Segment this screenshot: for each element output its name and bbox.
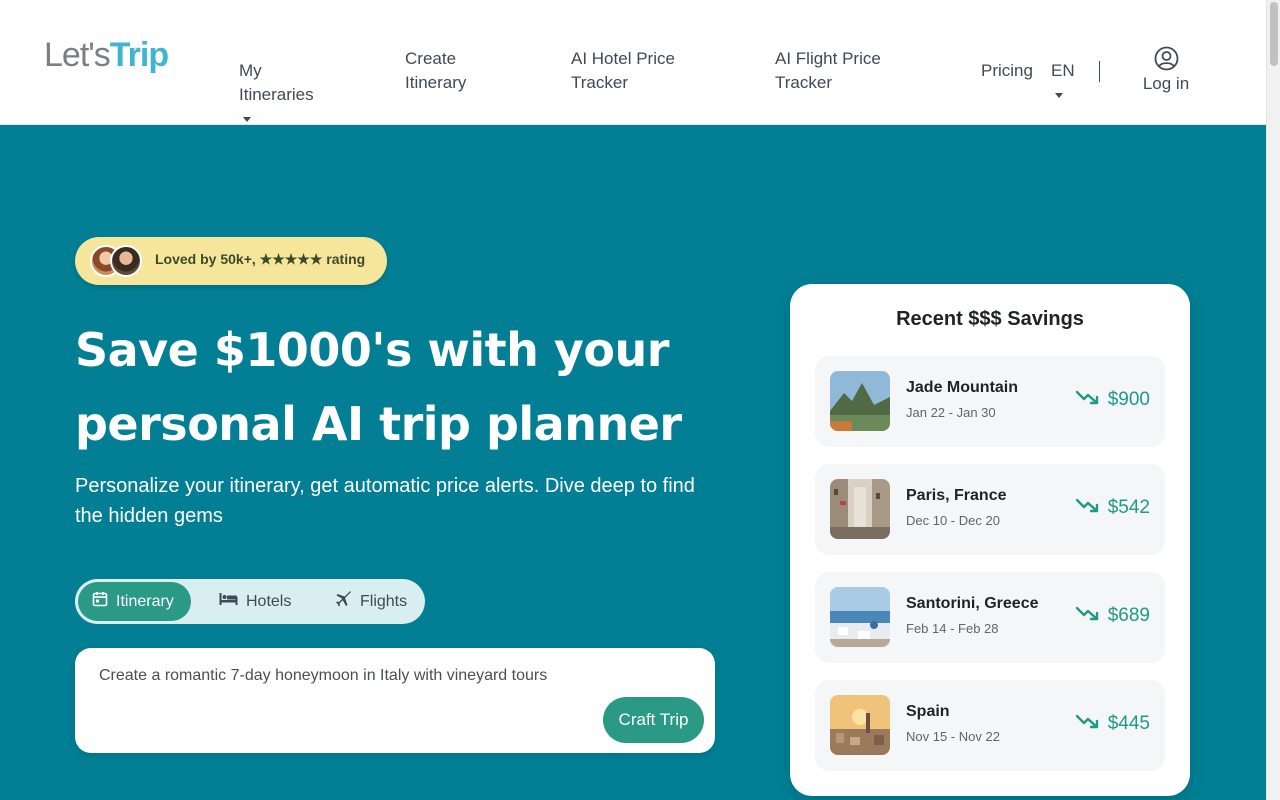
tab-hotels[interactable]: Hotels (205, 582, 305, 621)
login-label: Log in (1142, 74, 1190, 93)
hero-section: Loved by 50k+, ★★★★★ rating Save $1000's… (0, 125, 1266, 800)
login-button[interactable]: Log in (1138, 46, 1194, 96)
trending-down-icon (1075, 497, 1100, 519)
nav-divider (1099, 61, 1100, 82)
savings-amount-value: $900 (1107, 389, 1150, 410)
trip-prompt-box[interactable]: Create a romantic 7-day honeymoon in Ita… (75, 648, 715, 753)
airplane-icon (336, 591, 352, 612)
list-item[interactable]: Jade Mountain Jan 22 - Jan 30 $900 (815, 356, 1165, 447)
nav-my-itineraries-label: My Itineraries (239, 61, 314, 104)
trending-down-icon (1075, 713, 1100, 735)
destination-name: Jade Mountain (906, 379, 1019, 396)
savings-amount: $689 (1075, 605, 1150, 627)
travel-dates: Feb 14 - Feb 28 (906, 621, 999, 636)
travel-dates: Dec 10 - Dec 20 (906, 513, 1000, 528)
social-proof-badge: Loved by 50k+, ★★★★★ rating (75, 237, 387, 285)
nav-flight-tracker[interactable]: AI Flight Price Tracker (775, 47, 915, 95)
mountain-photo (830, 371, 890, 431)
tab-itinerary[interactable]: Itinerary (78, 582, 191, 621)
savings-amount-value: $689 (1107, 605, 1150, 626)
nav-pricing[interactable]: Pricing (981, 59, 1033, 83)
calendar-icon (92, 591, 108, 612)
travel-dates: Jan 22 - Jan 30 (906, 405, 996, 420)
trending-down-icon (1075, 605, 1100, 627)
recent-savings-card: Recent $$$ Savings Jade Mountain Jan 22 … (790, 284, 1190, 796)
language-select[interactable]: EN (1051, 59, 1075, 107)
nav-create-itinerary[interactable]: Create Itinerary (405, 47, 515, 95)
chevron-down-icon (243, 117, 251, 123)
craft-trip-button[interactable]: Craft Trip (603, 697, 704, 743)
avatar (110, 245, 142, 277)
paris-street-photo (830, 479, 890, 539)
page-scrollbar[interactable] (1266, 0, 1280, 800)
hero-title: Save $1000's with your personal AI trip … (75, 323, 682, 451)
logo-lets: Let's (44, 36, 111, 74)
list-item[interactable]: Santorini, Greece Feb 14 - Feb 28 $689 (815, 572, 1165, 663)
destination-name: Santorini, Greece (906, 595, 1039, 612)
hero-subtitle: Personalize your itinerary, get automati… (75, 475, 695, 527)
tab-flights-label: Flights (360, 592, 408, 610)
savings-amount-value: $542 (1107, 497, 1150, 518)
badge-text: Loved by 50k+, ★★★★★ rating (155, 251, 366, 267)
user-circle-icon (1138, 46, 1194, 71)
savings-amount-value: $445 (1107, 713, 1150, 734)
tab-hotels-label: Hotels (246, 592, 292, 610)
nav-my-itineraries[interactable]: My Itineraries (239, 59, 314, 131)
logo-trip: Trip (109, 36, 169, 74)
scrollbar-thumb[interactable] (1270, 2, 1278, 66)
language-label: EN (1051, 61, 1075, 80)
tab-flights[interactable]: Flights (322, 582, 421, 621)
logo[interactable]: Let'sTrip (44, 36, 169, 75)
chevron-down-icon (1055, 93, 1063, 99)
savings-amount: $542 (1075, 497, 1150, 519)
savings-title: Recent $$$ Savings (896, 308, 1084, 330)
spain-city-photo (830, 695, 890, 755)
destination-name: Paris, France (906, 487, 1007, 504)
list-item[interactable]: Spain Nov 15 - Nov 22 $445 (815, 680, 1165, 771)
travel-dates: Nov 15 - Nov 22 (906, 729, 1000, 744)
list-item[interactable]: Paris, France Dec 10 - Dec 20 $542 (815, 464, 1165, 555)
search-mode-tabs: Itinerary Hotels Flights (75, 579, 425, 624)
tab-itinerary-label: Itinerary (116, 592, 174, 610)
santorini-photo (830, 587, 890, 647)
savings-amount: $900 (1075, 389, 1150, 411)
bed-icon (219, 592, 238, 611)
trip-prompt-input[interactable]: Create a romantic 7-day honeymoon in Ita… (99, 664, 599, 688)
nav-hotel-tracker[interactable]: AI Hotel Price Tracker (571, 47, 711, 95)
savings-amount: $445 (1075, 713, 1150, 735)
destination-name: Spain (906, 703, 950, 720)
site-header: Let'sTrip My Itineraries Create Itinerar… (0, 0, 1266, 125)
trending-down-icon (1075, 389, 1100, 411)
